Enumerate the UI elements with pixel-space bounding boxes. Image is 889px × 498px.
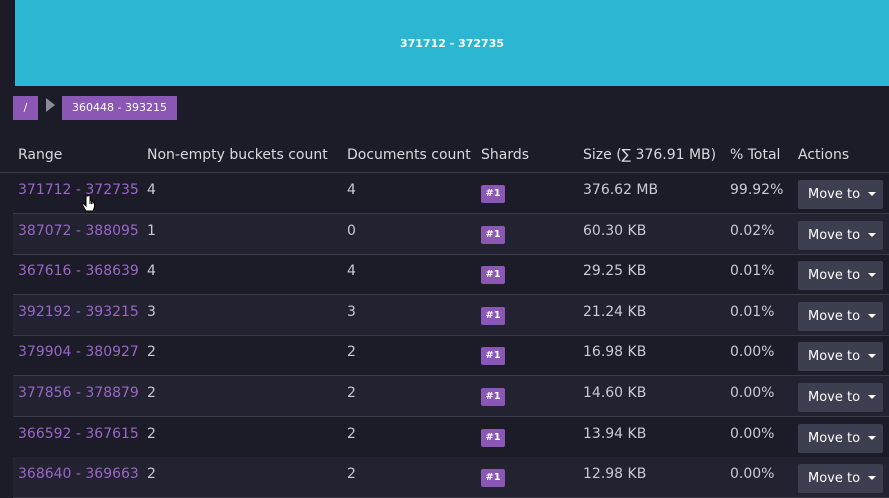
table-row: 366592 - 367615 2 2 #1 13.94 KB 0.00% Move to: [13, 417, 889, 458]
treemap-bucket[interactable]: 371712 - 372735: [15, 0, 889, 86]
size-value: 16.98 KB: [583, 344, 647, 361]
move-to-button[interactable]: Move to: [798, 301, 883, 331]
move-to-label: Move to: [808, 471, 861, 487]
table-header: Range Non-empty buckets count Documents …: [0, 140, 889, 173]
move-to-label: Move to: [808, 268, 861, 284]
documents-count: 2: [347, 385, 356, 401]
pct-total-value: 0.01%: [730, 303, 775, 320]
move-to-label: Move to: [808, 390, 861, 405]
documents-count: 0: [347, 222, 356, 239]
table-row: 368640 - 369663 2 2 #1 12.98 KB 0.00% Move to: [13, 457, 889, 498]
caret-down-icon: [868, 354, 877, 359]
range-link[interactable]: 368640 - 369663: [18, 466, 139, 482]
table-row: 392192 - 393215 3 3 #1 21.24 KB 0.01% Move to: [13, 294, 889, 336]
move-to-button[interactable]: Move to: [798, 180, 883, 209]
table-row: 367616 - 368639 4 4 #1 29.25 KB 0.01% Move to: [13, 254, 889, 296]
move-to-label: Move to: [808, 430, 861, 446]
move-to-button[interactable]: Move to: [798, 220, 883, 250]
breadcrumb: / 360448 - 393215: [13, 96, 177, 120]
caret-down-icon: [868, 192, 877, 196]
size-value: 13.94 KB: [583, 425, 647, 442]
caret-down-icon: [868, 435, 877, 440]
shard-badge[interactable]: #1: [481, 306, 505, 325]
shard-badge[interactable]: #1: [481, 225, 505, 244]
range-link[interactable]: 377856 - 378879: [18, 385, 139, 401]
header-pct-total[interactable]: % Total: [730, 147, 780, 163]
header-buckets[interactable]: Non-empty buckets count: [147, 147, 328, 163]
breadcrumb-separator-icon: [46, 98, 55, 112]
table-row: 387072 - 388095 1 0 #1 60.30 KB 0.02% Move to: [13, 213, 889, 255]
header-shards[interactable]: Shards: [481, 147, 529, 163]
buckets-count: 2: [147, 425, 156, 442]
header-size[interactable]: Size (∑ 376.91 MB): [583, 147, 716, 163]
caret-down-icon: [868, 273, 877, 278]
size-value: 12.98 KB: [583, 466, 647, 483]
move-to-button[interactable]: Move to: [798, 383, 883, 412]
table-row: 377856 - 378879 2 2 #1 14.60 KB 0.00% Move to: [13, 376, 889, 417]
caret-down-icon: [868, 395, 877, 399]
size-value: 60.30 KB: [583, 222, 647, 239]
table-row: 379904 - 380927 2 2 #1 16.98 KB 0.00% Move to: [13, 335, 889, 377]
documents-count: 2: [347, 425, 356, 442]
breadcrumb-current[interactable]: 360448 - 393215: [62, 96, 177, 120]
header-actions: Actions: [798, 147, 850, 163]
range-link[interactable]: 387072 - 388095: [18, 223, 139, 239]
move-to-label: Move to: [808, 349, 861, 365]
move-to-button[interactable]: Move to: [798, 464, 883, 494]
documents-count: 2: [347, 344, 356, 361]
buckets-count: 2: [147, 466, 156, 483]
documents-count: 3: [347, 303, 356, 320]
shard-badge[interactable]: #1: [481, 266, 505, 285]
shard-badge[interactable]: #1: [481, 185, 505, 203]
size-value: 29.25 KB: [583, 263, 647, 280]
buckets-count: 4: [147, 182, 156, 198]
pct-total-value: 0.02%: [730, 222, 775, 239]
pct-total-value: 0.00%: [730, 344, 775, 361]
range-link[interactable]: 392192 - 393215: [18, 304, 139, 320]
pct-total-value: 0.01%: [730, 263, 775, 280]
shard-badge[interactable]: #1: [481, 388, 505, 406]
buckets-count: 3: [147, 303, 156, 320]
breadcrumb-root[interactable]: /: [13, 96, 38, 120]
move-to-label: Move to: [808, 308, 861, 324]
documents-count: 4: [347, 182, 356, 198]
buckets-count: 1: [147, 222, 156, 239]
buckets-count: 4: [147, 263, 156, 280]
shard-badge[interactable]: #1: [481, 469, 505, 488]
documents-count: 4: [347, 263, 356, 280]
move-to-button[interactable]: Move to: [798, 342, 883, 372]
header-range[interactable]: Range: [18, 147, 62, 163]
range-link[interactable]: 366592 - 367615: [18, 426, 139, 442]
header-documents[interactable]: Documents count: [347, 147, 471, 163]
move-to-button[interactable]: Move to: [798, 423, 883, 453]
move-to-label: Move to: [808, 227, 861, 243]
shard-badge[interactable]: #1: [481, 347, 505, 366]
caret-down-icon: [868, 476, 877, 481]
caret-down-icon: [868, 232, 877, 237]
pct-total-value: 0.00%: [730, 466, 775, 483]
pct-total-value: 0.00%: [730, 425, 775, 442]
shard-badge[interactable]: #1: [481, 428, 505, 447]
buckets-count: 2: [147, 385, 156, 401]
size-value: 14.60 KB: [583, 385, 647, 401]
buckets-count: 2: [147, 344, 156, 361]
move-to-button[interactable]: Move to: [798, 261, 883, 291]
caret-down-icon: [868, 313, 877, 318]
range-link[interactable]: 379904 - 380927: [18, 344, 139, 360]
pct-total-value: 99.92%: [730, 182, 784, 198]
treemap-bucket-label: 371712 - 372735: [399, 36, 505, 50]
documents-count: 2: [347, 466, 356, 483]
pct-total-value: 0.00%: [730, 385, 775, 401]
range-link[interactable]: 371712 - 372735: [18, 182, 139, 198]
size-value: 21.24 KB: [583, 303, 647, 320]
table-row: 371712 - 372735 4 4 #1 376.62 MB 99.92% Move t…: [13, 173, 889, 214]
hand-cursor-icon: [82, 195, 95, 212]
move-to-label: Move to: [808, 187, 861, 202]
range-link[interactable]: 367616 - 368639: [18, 263, 139, 279]
size-value: 376.62 MB: [583, 182, 659, 198]
